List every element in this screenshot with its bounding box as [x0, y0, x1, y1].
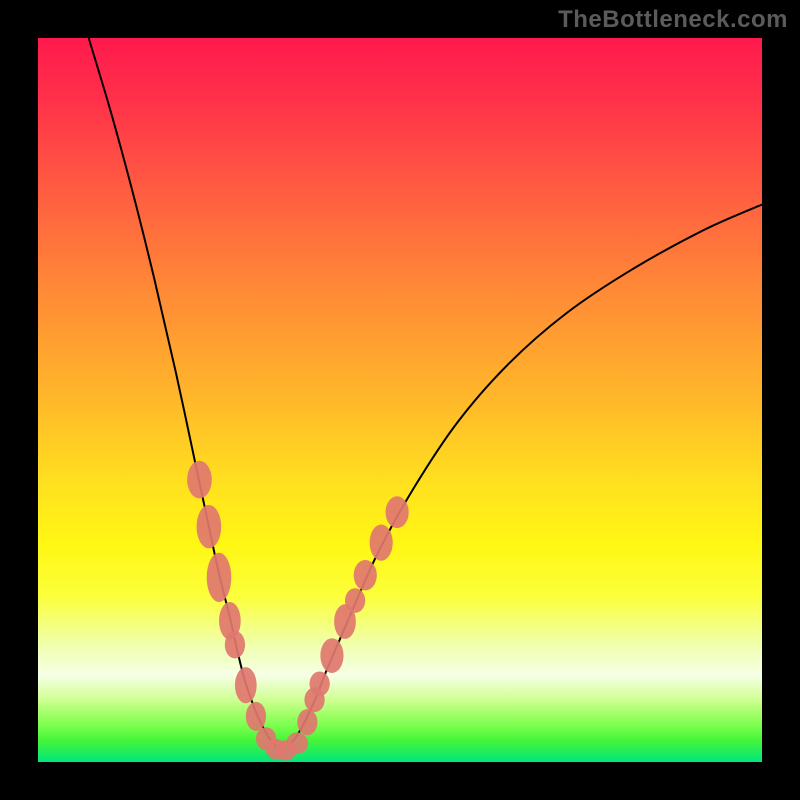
data-marker: [310, 672, 330, 697]
data-marker: [246, 702, 266, 731]
data-marker: [297, 709, 317, 735]
data-marker: [386, 496, 409, 528]
outer-frame: TheBottleneck.com: [0, 0, 800, 800]
data-marker: [286, 732, 308, 754]
plot-area: [38, 38, 762, 762]
data-marker: [354, 560, 377, 590]
curve-left-branch: [89, 38, 277, 748]
data-marker: [345, 588, 365, 613]
data-marker: [197, 505, 222, 548]
data-marker: [235, 667, 257, 703]
data-marker: [320, 638, 343, 673]
curve-right-branch: [288, 205, 762, 748]
data-marker: [225, 631, 245, 659]
data-marker: [370, 525, 393, 561]
marker-group: [187, 461, 409, 761]
chart-svg: [38, 38, 762, 762]
data-marker: [207, 553, 232, 602]
watermark-text: TheBottleneck.com: [558, 6, 788, 34]
data-marker: [187, 461, 212, 499]
